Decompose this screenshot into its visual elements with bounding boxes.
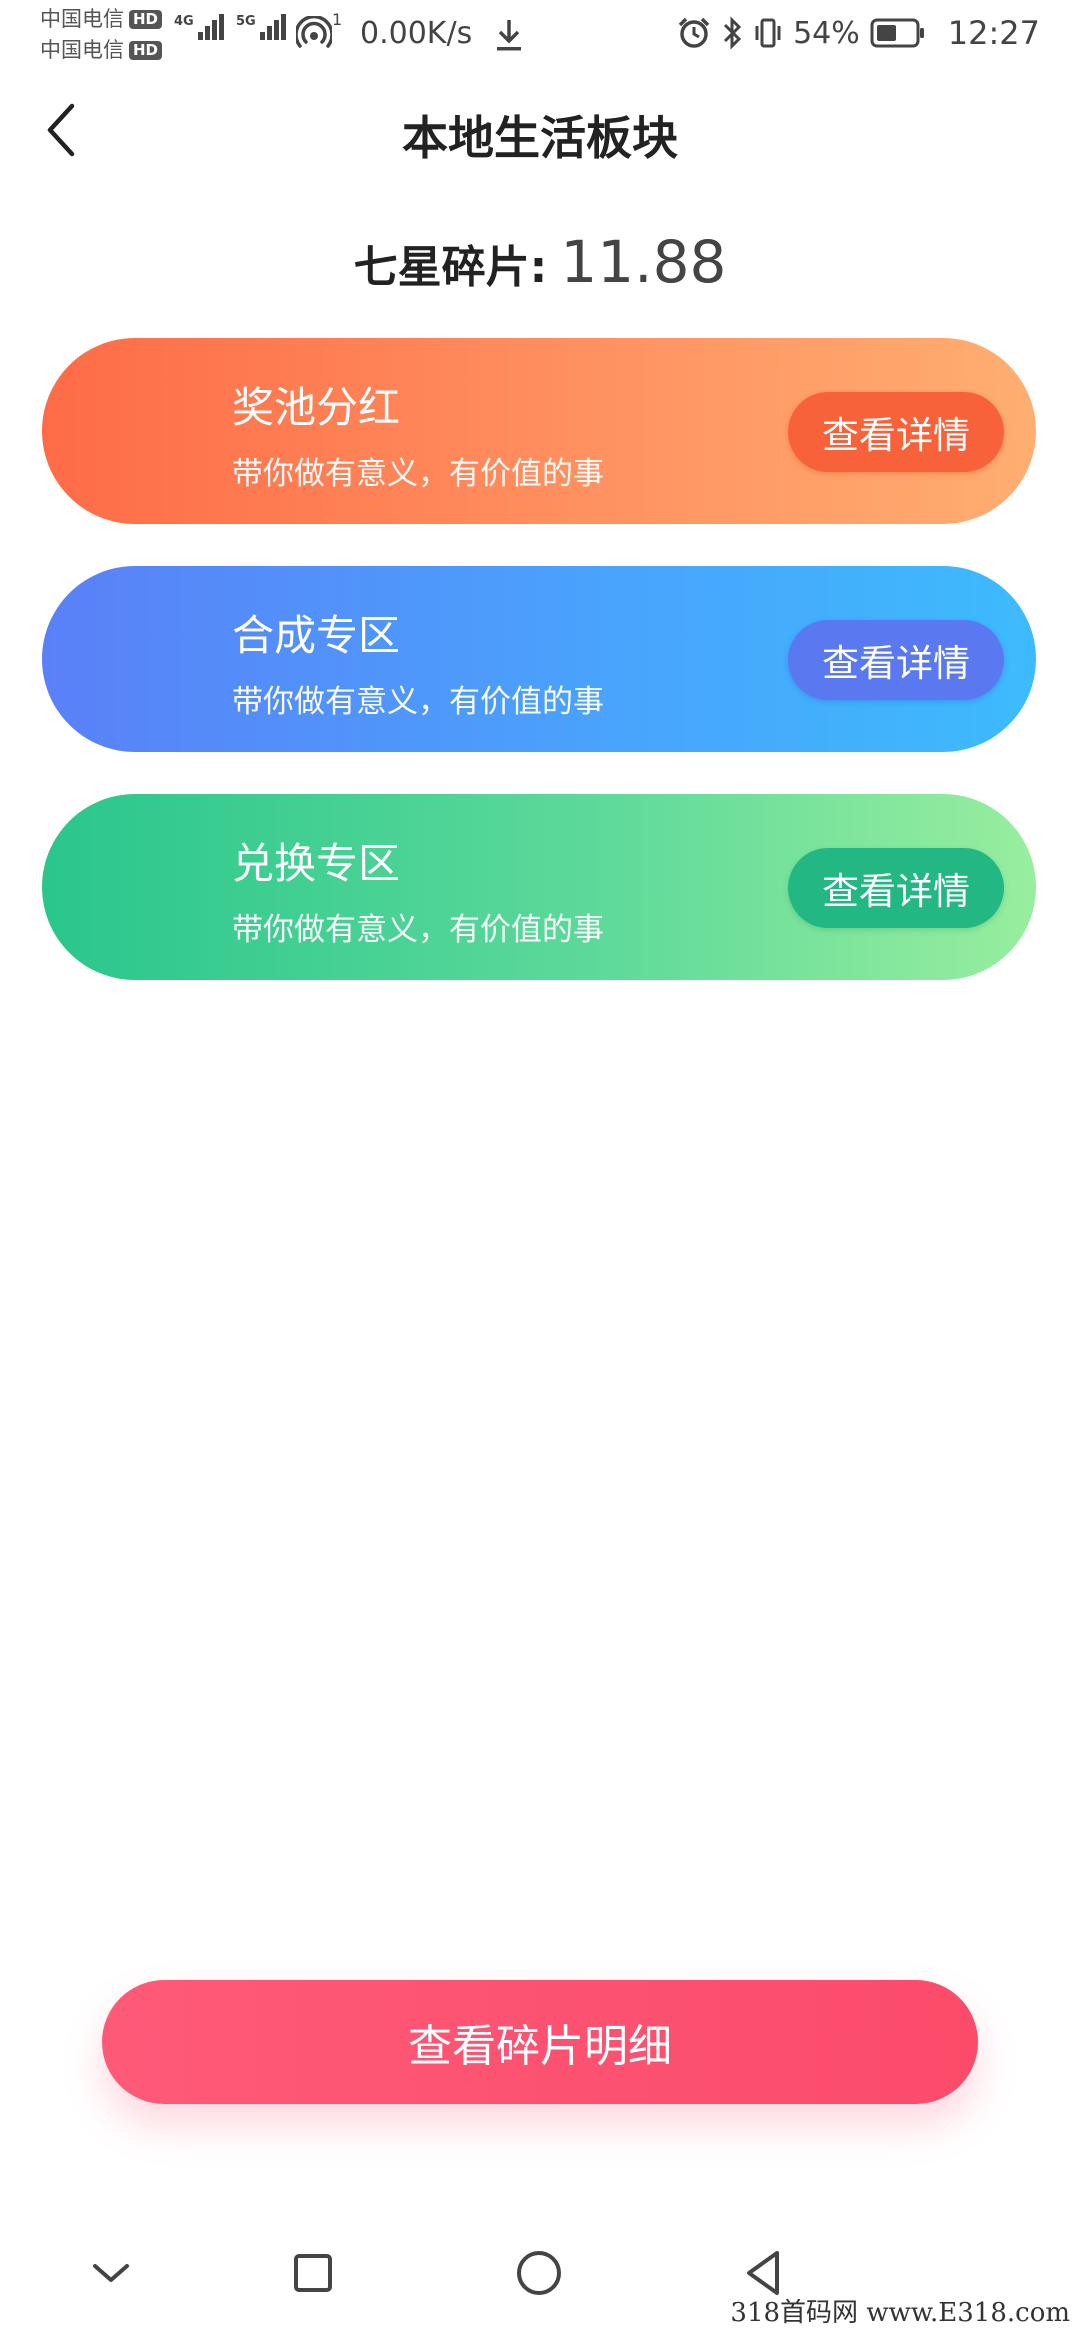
recent-apps-icon: [294, 2254, 332, 2292]
download-icon: [497, 20, 521, 51]
nav-home-button[interactable]: [504, 2238, 574, 2308]
battery-percent: 54%: [793, 15, 860, 51]
view-details-button[interactable]: 查看详情: [788, 848, 1004, 928]
hd-badge-2: HD: [129, 41, 163, 60]
hd-badge-1: HD: [129, 10, 163, 29]
view-details-button[interactable]: 查看详情: [788, 620, 1004, 700]
status-right: 54% 12:27: [677, 14, 1040, 52]
card-title: 兑换专区: [232, 839, 401, 888]
clock: 12:27: [947, 14, 1040, 52]
card-description: 带你做有意义，有价值的事: [232, 684, 604, 720]
network-type-5g: 5G: [236, 14, 256, 29]
nav-collapse-button[interactable]: [76, 2238, 146, 2308]
battery-icon: [870, 18, 924, 48]
network-speed: 0.00K/s: [360, 16, 473, 51]
carrier-info: 中国电信 HD 中国电信 HD: [40, 4, 163, 66]
home-icon: [517, 2251, 561, 2295]
chevron-down-icon: [93, 2264, 129, 2282]
carrier-name-2: 中国电信: [40, 38, 124, 62]
hotspot-count: 1: [332, 10, 343, 29]
carrier-line-2: 中国电信 HD: [40, 35, 163, 66]
nav-header: 本地生活板块: [0, 80, 1080, 180]
card-exchange-zone[interactable]: 兑换专区 带你做有意义，有价值的事 查看详情: [42, 794, 1036, 980]
balance-value: 11.88: [560, 228, 727, 296]
signal-5g-icon: 5G: [236, 14, 286, 40]
carrier-name-1: 中国电信: [40, 7, 124, 31]
card-description: 带你做有意义，有价值的事: [232, 456, 604, 492]
vibrate-icon: [755, 18, 781, 48]
view-details-button[interactable]: 查看详情: [788, 392, 1004, 472]
carrier-line-1: 中国电信 HD: [40, 4, 163, 35]
card-title: 奖池分红: [232, 383, 401, 432]
back-triangle-icon: [747, 2251, 779, 2295]
card-synthesis-zone[interactable]: 合成专区 带你做有意义，有价值的事 查看详情: [42, 566, 1036, 752]
fragment-balance: 七星碎片: 11.88: [0, 228, 1080, 296]
bluetooth-icon: [724, 16, 742, 50]
network-type-4g: 4G: [174, 14, 194, 29]
watermark: 318首码网 www.E318.com: [730, 2298, 1070, 2328]
hotspot-icon: [296, 16, 332, 48]
balance-label: 七星碎片:: [353, 242, 548, 293]
view-fragment-details-button[interactable]: 查看碎片明细: [102, 1980, 978, 2104]
status-bar: 中国电信 HD 中国电信 HD 4G 5G 1 0.00K/s 54% 12:2…: [0, 0, 1080, 70]
card-description: 带你做有意义，有价值的事: [232, 912, 604, 948]
screen: 中国电信 HD 中国电信 HD 4G 5G 1 0.00K/s 54% 12:2…: [0, 0, 1080, 2333]
card-prize-pool-dividend[interactable]: 奖池分红 带你做有意义，有价值的事 查看详情: [42, 338, 1036, 524]
card-title: 合成专区: [232, 611, 401, 660]
alarm-icon: [678, 17, 710, 48]
page-title: 本地生活板块: [402, 111, 678, 165]
signal-4g-icon: 4G: [174, 14, 224, 40]
nav-recent-apps-button[interactable]: [278, 2238, 348, 2308]
